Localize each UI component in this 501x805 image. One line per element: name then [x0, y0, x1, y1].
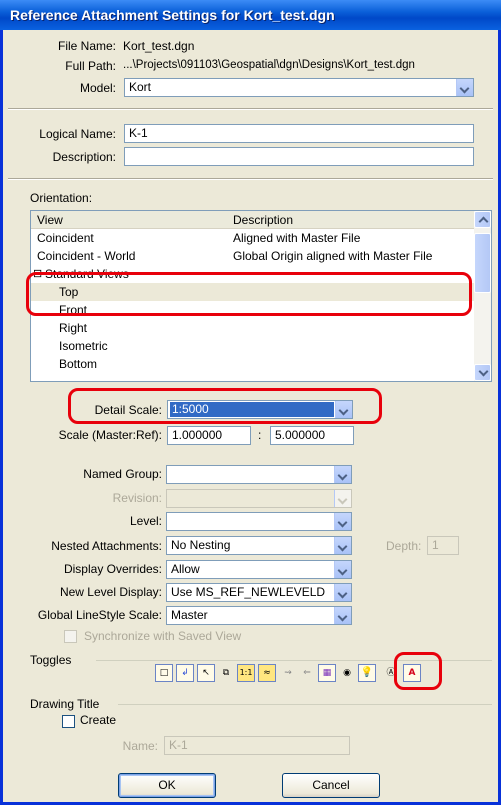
- chevron-down-icon[interactable]: [334, 490, 351, 507]
- new-level-display-dropdown[interactable]: Use MS_REF_NEWLEVELD: [166, 583, 352, 602]
- file-name-label: File Name:: [57, 39, 116, 53]
- chevron-down-icon[interactable]: [334, 466, 351, 483]
- list-item[interactable]: Coincident Aligned with Master File: [31, 229, 476, 247]
- group-divider: [118, 704, 492, 705]
- global-linestyle-label: Global LineStyle Scale:: [37, 608, 162, 622]
- revision-dropdown[interactable]: [166, 489, 352, 508]
- create-label: Create: [80, 713, 117, 727]
- new-level-display-value: Use MS_REF_NEWLEVELD: [171, 585, 326, 599]
- new-level-display-label: New Level Display:: [59, 585, 162, 599]
- nested-attachments-dropdown[interactable]: No Nesting: [166, 536, 352, 555]
- list-item[interactable]: Bottom: [31, 355, 476, 373]
- named-group-dropdown[interactable]: [166, 465, 352, 484]
- title-name-input[interactable]: K-1: [164, 736, 350, 755]
- model-dropdown[interactable]: Kort: [124, 78, 474, 97]
- description-label: Description:: [52, 150, 116, 164]
- level-label: Level:: [129, 514, 162, 528]
- chevron-down-icon[interactable]: [334, 607, 351, 624]
- drawing-title-label: Drawing Title: [30, 697, 100, 711]
- raster-icon[interactable]: ▦: [318, 664, 336, 682]
- scroll-down-icon[interactable]: [474, 364, 491, 381]
- display-overrides-value: Allow: [171, 562, 200, 576]
- full-path-label: Full Path:: [65, 59, 116, 73]
- named-group-label: Named Group:: [83, 467, 162, 481]
- depth-label: Depth:: [386, 539, 422, 553]
- true-scale-icon[interactable]: 1:1: [237, 664, 255, 682]
- create-checkbox[interactable]: [62, 715, 75, 728]
- scale-separator: :: [258, 428, 262, 442]
- chevron-down-icon[interactable]: [334, 584, 351, 601]
- display-overrides-label: Display Overrides:: [63, 562, 162, 576]
- list-item[interactable]: Coincident - World Global Origin aligned…: [31, 247, 476, 265]
- list-header: View Description: [31, 211, 476, 229]
- depth-input[interactable]: 1: [427, 536, 459, 555]
- chevron-down-icon[interactable]: [334, 513, 351, 530]
- vertical-scrollbar[interactable]: [474, 211, 491, 381]
- lighting-icon[interactable]: 💡: [358, 664, 376, 682]
- highlight-annotation: [394, 652, 442, 690]
- logical-name-label: Logical Name:: [39, 127, 116, 141]
- file-name-value: Kort_test.dgn: [123, 39, 195, 53]
- name-label: Name:: [122, 739, 158, 753]
- clip-icon[interactable]: ⧉: [217, 664, 235, 682]
- view-name: Bottom: [59, 357, 98, 371]
- toggles-label: Toggles: [30, 653, 72, 667]
- column-header-view[interactable]: View: [37, 213, 63, 227]
- column-header-description[interactable]: Description: [233, 213, 293, 227]
- global-linestyle-value: Master: [171, 608, 208, 622]
- locate-icon[interactable]: ↖: [197, 664, 215, 682]
- model-value: Kort: [129, 80, 152, 94]
- view-name: Right: [59, 321, 88, 335]
- revision-label: Revision:: [112, 491, 162, 505]
- snap-icon[interactable]: ↲: [176, 664, 194, 682]
- ignore-attachment-icon[interactable]: ⇝: [279, 664, 297, 682]
- view-name: Coincident: [37, 231, 94, 245]
- window-title[interactable]: Reference Attachment Settings for Kort_t…: [0, 0, 501, 30]
- ok-button[interactable]: OK: [118, 773, 216, 798]
- chevron-down-icon[interactable]: [334, 561, 351, 578]
- list-item[interactable]: Right: [31, 319, 476, 337]
- view-description: Aligned with Master File: [233, 231, 361, 245]
- drawing-title-icon[interactable]: ◉: [338, 664, 356, 682]
- scroll-up-icon[interactable]: [474, 211, 491, 228]
- description-input[interactable]: [124, 147, 474, 166]
- logical-name-input[interactable]: K-1: [124, 124, 474, 143]
- view-description: Global Origin aligned with Master File: [233, 249, 433, 263]
- orientation-label: Orientation:: [30, 191, 93, 205]
- scale-ratio-label: Scale (Master:Ref):: [58, 428, 162, 442]
- model-label: Model:: [79, 81, 116, 95]
- cancel-button[interactable]: Cancel: [282, 773, 380, 798]
- highlight-annotation: [68, 388, 382, 424]
- separator: [8, 178, 493, 180]
- nested-attachments-label: Nested Attachments:: [51, 539, 162, 553]
- separator: [8, 108, 493, 110]
- view-name: Coincident - World: [37, 249, 136, 263]
- display-overrides-dropdown[interactable]: Allow: [166, 560, 352, 579]
- display-icon[interactable]: □: [155, 664, 173, 682]
- full-path-value: ...\Projects\091103\Geospatial\dgn\Desig…: [123, 59, 415, 71]
- master-scale-input[interactable]: 1.000000: [167, 426, 251, 445]
- synchronize-label: Synchronize with Saved View: [84, 629, 242, 643]
- treat-as-element-icon[interactable]: ⇐: [298, 664, 316, 682]
- nested-attachments-value: No Nesting: [171, 538, 231, 552]
- scrollbar-thumb[interactable]: [474, 233, 491, 293]
- scale-linestyle-icon[interactable]: ≈: [258, 664, 276, 682]
- list-item[interactable]: Isometric: [31, 337, 476, 355]
- chevron-down-icon[interactable]: [456, 79, 473, 96]
- chevron-down-icon[interactable]: [334, 537, 351, 554]
- ref-scale-input[interactable]: 5.000000: [270, 426, 354, 445]
- view-name: Isometric: [59, 339, 108, 353]
- level-dropdown[interactable]: [166, 512, 352, 531]
- highlight-annotation: [26, 272, 472, 316]
- global-linestyle-dropdown[interactable]: Master: [166, 606, 352, 625]
- synchronize-checkbox[interactable]: [64, 630, 77, 643]
